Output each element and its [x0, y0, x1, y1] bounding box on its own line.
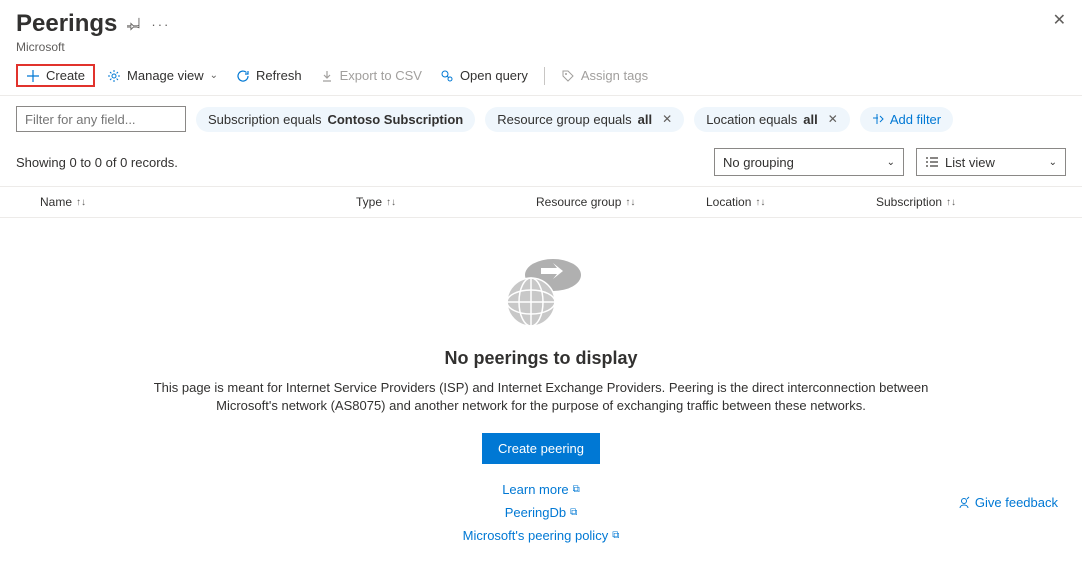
manage-view-button[interactable]: Manage view ⌄ — [101, 64, 224, 87]
learn-more-link[interactable]: Learn more⧉ — [502, 482, 580, 497]
add-filter-button[interactable]: Add filter — [860, 107, 953, 132]
empty-state: No peerings to display This page is mean… — [0, 218, 1082, 543]
more-icon[interactable]: ··· — [151, 17, 170, 32]
refresh-icon — [236, 69, 250, 83]
gear-icon — [107, 69, 121, 83]
add-filter-icon — [872, 113, 884, 125]
column-location[interactable]: Location↑↓ — [706, 195, 876, 209]
filter-pill-location[interactable]: Location equals all ✕ — [694, 107, 850, 132]
record-count: Showing 0 to 0 of 0 records. — [16, 155, 178, 170]
clear-rg-icon[interactable]: ✕ — [662, 112, 672, 126]
globe-cloud-icon — [491, 250, 591, 330]
status-bar: Showing 0 to 0 of 0 records. No grouping… — [0, 142, 1082, 186]
peering-policy-link[interactable]: Microsoft's peering policy⧉ — [463, 528, 620, 543]
view-select[interactable]: List view ⌄ — [916, 148, 1066, 176]
filter-pill-resource-group[interactable]: Resource group equals all ✕ — [485, 107, 684, 132]
create-button[interactable]: Create — [16, 64, 95, 87]
list-icon — [925, 156, 939, 168]
page-title: Peerings — [16, 10, 117, 38]
chevron-down-icon: ⌄ — [887, 157, 895, 168]
toolbar-divider — [544, 67, 545, 85]
chevron-down-icon: ⌄ — [210, 70, 218, 81]
close-icon[interactable]: ✕ — [1053, 10, 1066, 30]
sort-icon: ↑↓ — [625, 197, 635, 208]
page-header: Peerings ··· Microsoft ✕ — [0, 0, 1082, 60]
filter-pill-subscription[interactable]: Subscription equals Contoso Subscription — [196, 107, 475, 132]
give-feedback-link[interactable]: Give feedback — [957, 495, 1058, 510]
column-subscription[interactable]: Subscription↑↓ — [876, 195, 1066, 209]
tag-icon — [561, 69, 575, 83]
sort-icon: ↑↓ — [386, 197, 396, 208]
open-query-button[interactable]: Open query — [434, 64, 534, 87]
grouping-select[interactable]: No grouping ⌄ — [714, 148, 904, 176]
table-header: Name↑↓ Type↑↓ Resource group↑↓ Location↑… — [0, 186, 1082, 218]
feedback-icon — [957, 496, 971, 510]
external-link-icon: ⧉ — [612, 530, 619, 541]
plus-icon — [26, 69, 40, 83]
command-bar: Create Manage view ⌄ Refresh Export to C… — [0, 60, 1082, 96]
empty-title: No peerings to display — [16, 348, 1066, 369]
export-csv-button: Export to CSV — [314, 64, 428, 87]
help-links: Learn more⧉ PeeringDb⧉ Microsoft's peeri… — [16, 482, 1066, 543]
query-icon — [440, 69, 454, 83]
create-peering-button[interactable]: Create peering — [482, 433, 600, 464]
column-name[interactable]: Name↑↓ — [16, 195, 356, 209]
sort-icon: ↑↓ — [755, 197, 765, 208]
column-resource-group[interactable]: Resource group↑↓ — [536, 195, 706, 209]
assign-tags-button: Assign tags — [555, 64, 654, 87]
sort-icon: ↑↓ — [76, 197, 86, 208]
empty-description: This page is meant for Internet Service … — [131, 379, 951, 415]
page-subtitle: Microsoft — [16, 40, 1066, 54]
filter-input[interactable] — [16, 106, 186, 132]
external-link-icon: ⧉ — [573, 484, 580, 495]
sort-icon: ↑↓ — [946, 197, 956, 208]
clear-location-icon[interactable]: ✕ — [828, 112, 838, 126]
external-link-icon: ⧉ — [570, 507, 577, 518]
refresh-button[interactable]: Refresh — [230, 64, 308, 87]
download-icon — [320, 69, 334, 83]
chevron-down-icon: ⌄ — [1049, 157, 1057, 168]
pin-icon[interactable] — [127, 17, 141, 31]
column-type[interactable]: Type↑↓ — [356, 195, 536, 209]
peeringdb-link[interactable]: PeeringDb⧉ — [505, 505, 578, 520]
filter-bar: Subscription equals Contoso Subscription… — [0, 96, 1082, 142]
